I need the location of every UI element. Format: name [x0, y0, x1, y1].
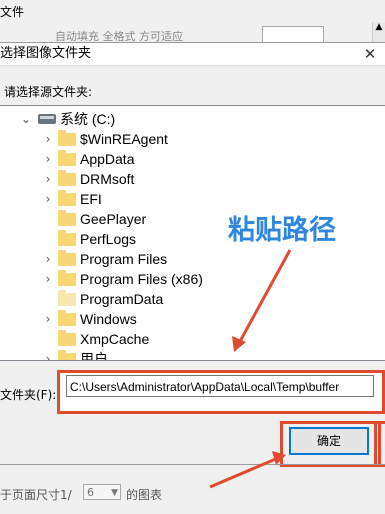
arrow-to-ok-button — [209, 456, 279, 489]
arrowhead-path-icon — [232, 336, 246, 352]
arrow-to-path-field — [236, 249, 292, 346]
annotation-arrows — [209, 249, 292, 489]
arrowhead-ok-icon — [272, 451, 286, 465]
